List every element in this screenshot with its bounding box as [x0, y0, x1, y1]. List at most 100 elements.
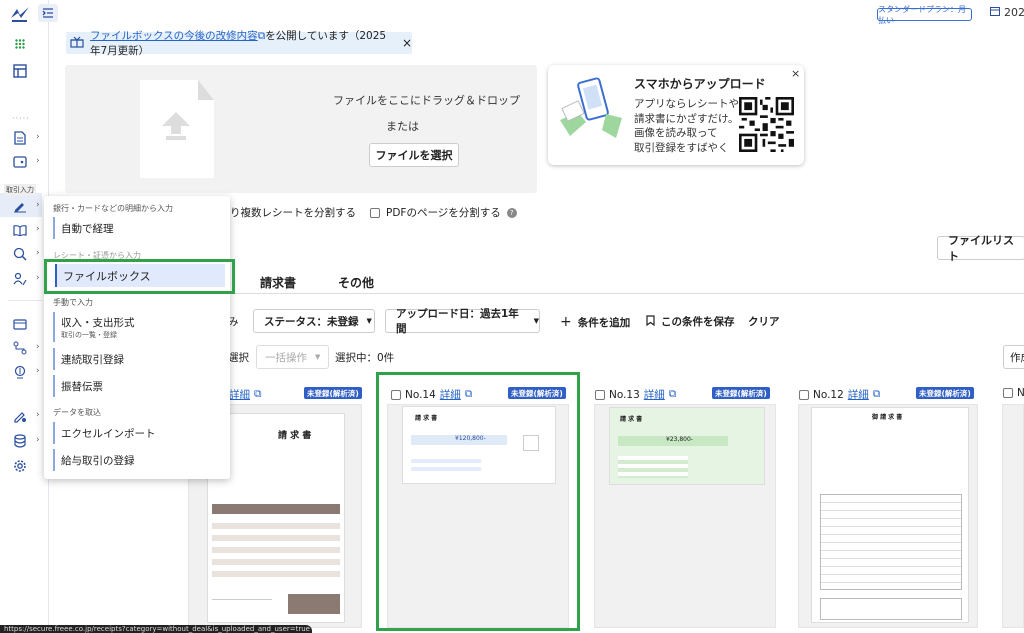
highlight-frame	[376, 372, 580, 631]
user-percent-icon[interactable]	[8, 268, 32, 290]
sidebar-divider	[8, 300, 42, 301]
plus-icon: +	[560, 314, 572, 330]
browser-status-bar: https://secure.freee.co.jp/receipts?cate…	[0, 625, 312, 633]
pen-input-icon[interactable]	[8, 195, 32, 217]
menu-item-income-expense[interactable]: 収入・支出形式 取引の一覧・登録	[53, 312, 223, 342]
file-thumbnail[interactable]	[1002, 404, 1024, 628]
menu-section-import: データを取込	[53, 408, 101, 417]
invoice-preview-title: 請 求 書	[620, 416, 643, 423]
invoice-preview: 請 求 書 ¥23,800-	[609, 407, 765, 485]
invoice-preview-table	[820, 494, 962, 590]
search-chart-icon[interactable]	[8, 243, 32, 265]
card-header: N	[1003, 387, 1024, 399]
select-file-button[interactable]: ファイルを選択	[369, 143, 459, 167]
status-badge: 未登録(解析済)	[712, 387, 770, 399]
add-condition-button[interactable]: + 条件を追加	[560, 314, 630, 330]
card-number: No.13	[609, 388, 640, 401]
card-header: No.12 詳細 ⧉	[799, 387, 880, 402]
invoice-preview-amount: ¥23,800-	[618, 436, 728, 446]
chevron-right-icon: ›	[36, 200, 40, 210]
document-icon[interactable]	[8, 127, 32, 149]
bulk-action-select[interactable]: 一括操作 ▼	[256, 345, 329, 369]
database-icon[interactable]	[8, 430, 32, 452]
home-icon[interactable]	[8, 60, 32, 82]
detail-link[interactable]: 詳細	[644, 387, 665, 402]
bookmark-icon	[646, 314, 655, 329]
selected-count: 選択中：0件	[335, 352, 395, 364]
status-filter-select[interactable]: ステータス：未登録 ▼	[253, 309, 375, 333]
card-icon[interactable]	[8, 313, 32, 335]
menu-item-auto[interactable]: 自動で経理	[53, 217, 223, 239]
invoice-preview-title: 御 請 求 書	[872, 414, 903, 421]
freee-logo-icon[interactable]	[8, 4, 32, 26]
tab-invoice[interactable]: 請求書	[260, 274, 296, 291]
menu-item-continuous[interactable]: 連続取引登録	[53, 348, 223, 370]
chevron-right-icon: ›	[36, 342, 40, 352]
chevron-right-icon: ›	[36, 273, 40, 283]
file-thumbnail[interactable]: 請 求 書 ¥23,800-	[594, 404, 776, 628]
select-label: 選択	[228, 352, 249, 364]
close-icon[interactable]: ×	[791, 67, 800, 80]
drop-text: ファイルをここにドラッグ＆ドロップ	[333, 94, 520, 107]
card-checkbox[interactable]	[799, 389, 809, 400]
invoice-preview-rows	[618, 456, 688, 478]
detail-link[interactable]: 詳細	[229, 387, 250, 402]
mobile-upload-title: スマホからアップロード	[634, 77, 766, 91]
invoice-preview-rows	[212, 517, 340, 577]
upload-date-filter-select[interactable]: アップロード日：過去1年間 ▼	[385, 308, 540, 335]
card-checkbox[interactable]	[1003, 388, 1013, 398]
gear-icon[interactable]	[8, 455, 32, 477]
card-number: No.12	[813, 388, 844, 401]
phone-hands-illustration	[556, 74, 628, 147]
file-thumbnail[interactable]: 御 請 求 書	[798, 404, 978, 628]
book-icon[interactable]	[8, 219, 32, 241]
split-receipts-label[interactable]: り複数レシートを分割する	[230, 205, 356, 220]
qr-code-icon	[739, 97, 794, 152]
external-link-icon[interactable]: ⧉	[669, 388, 677, 401]
file-list-button[interactable]: ファイルリスト	[937, 234, 1024, 263]
calendar-icon	[990, 6, 1000, 19]
card-header: 詳細 ⧉	[229, 387, 262, 402]
chevron-right-icon: ›	[36, 435, 40, 445]
menu-item-payroll[interactable]: 給与取引の登録	[53, 449, 223, 471]
status-badge: 未登録(解析済)	[304, 387, 362, 399]
save-condition-button[interactable]: この条件を保存	[646, 314, 735, 329]
plan-badge[interactable]: スタンダードプラン：月払い	[877, 5, 972, 25]
card-checkbox[interactable]	[595, 389, 605, 400]
sidebar: ····· › › › › › › › › › ›	[0, 0, 58, 633]
tab-other[interactable]: その他	[338, 274, 374, 291]
menu-section-manual: 手動で入力	[53, 298, 93, 307]
chevron-right-icon: ›	[36, 248, 40, 258]
create-button[interactable]: 作成	[1003, 345, 1024, 369]
notice-banner: ファイルボックスの今後の改修内容⧉を公開しています（2025年7月更新） ×	[66, 30, 412, 57]
menu-item-excel[interactable]: エクセルインポート	[53, 422, 223, 444]
menu-item-transfer[interactable]: 振替伝票	[53, 375, 223, 397]
bank-icon[interactable]	[8, 361, 32, 383]
sidebar-tooltip: 取引入力	[4, 184, 36, 196]
menu-toggle-icon[interactable]	[38, 4, 58, 22]
menu-section-bank: 銀行・カードなどの明細から入力	[53, 204, 173, 213]
help-icon[interactable]: ?	[506, 207, 517, 218]
file-drop-zone[interactable]	[65, 65, 537, 193]
invoice-preview-notes	[820, 598, 962, 620]
split-pdf-label[interactable]: PDFのページを分割する	[386, 205, 501, 220]
apps-grid-icon[interactable]	[8, 33, 32, 55]
flow-icon[interactable]	[8, 337, 32, 359]
card-number: N	[1017, 387, 1024, 399]
detail-link[interactable]: 詳細	[848, 387, 869, 402]
notice-link[interactable]: ファイルボックスの今後の改修内容	[90, 30, 258, 42]
settings-pen-icon[interactable]	[8, 405, 32, 427]
close-icon[interactable]: ×	[402, 36, 412, 50]
invoice-preview: 御 請 求 書	[811, 407, 969, 623]
chevron-right-icon: ›	[36, 224, 40, 234]
split-options: り複数レシートを分割する PDFのページを分割する ?	[230, 205, 517, 220]
highlight-frame	[44, 259, 235, 294]
external-link-icon[interactable]: ⧉	[873, 388, 881, 401]
split-pdf-checkbox[interactable]	[370, 207, 380, 218]
clear-button[interactable]: クリア	[748, 314, 780, 329]
year-selector[interactable]: 2025	[990, 6, 1024, 19]
external-link-icon[interactable]: ⧉	[254, 388, 262, 401]
chevron-right-icon: ›	[36, 132, 40, 142]
wallet-icon[interactable]	[8, 151, 32, 173]
upload-arrow-icon	[160, 110, 192, 143]
